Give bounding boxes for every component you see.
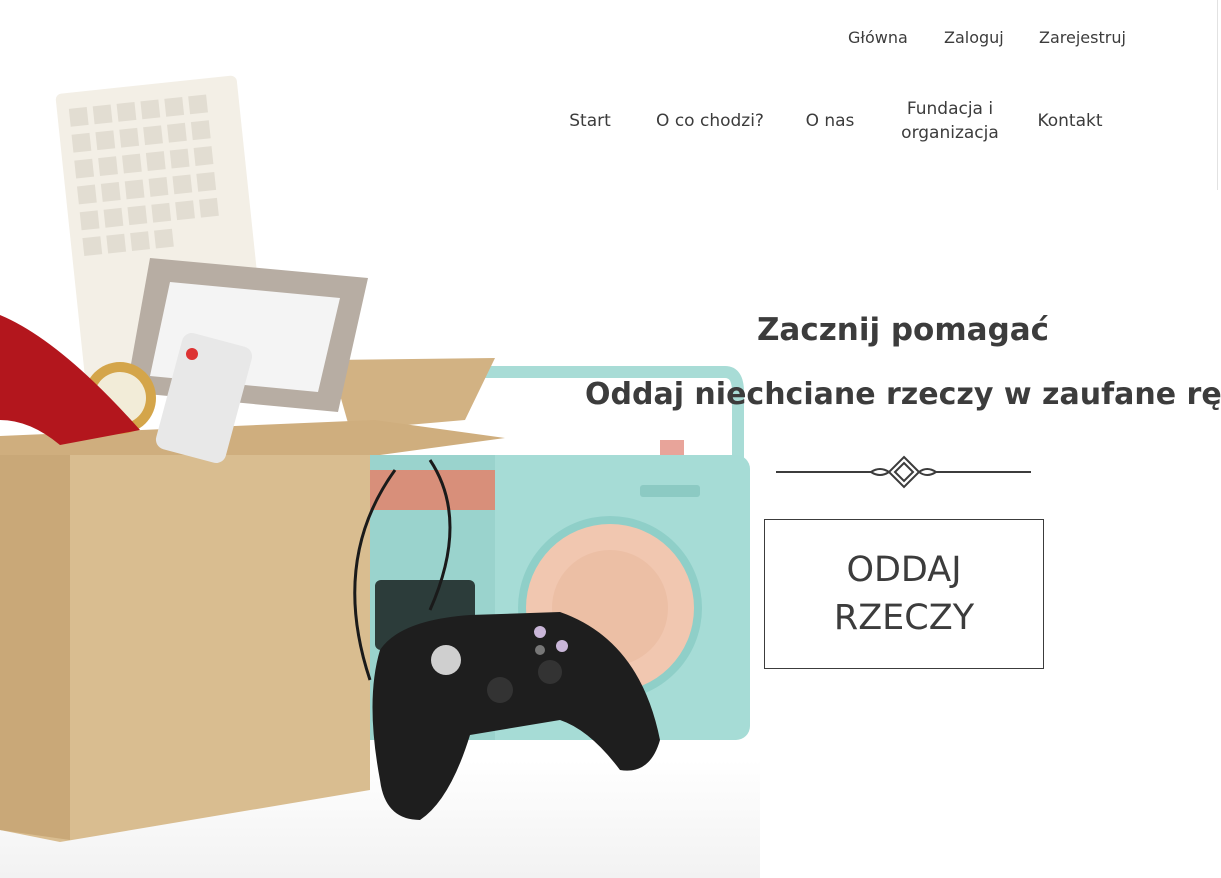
hero-title: Zacznij pomagać: [756, 312, 1050, 348]
nav-foundations-link[interactable]: Fundacja i organizacja: [895, 96, 1005, 146]
hero-image: [0, 75, 760, 878]
top-nav: Główna Zaloguj Zarejestruj: [0, 28, 1221, 52]
nav-login-link[interactable]: Zaloguj: [944, 28, 1004, 47]
nav-about-us-link[interactable]: O nas: [775, 96, 885, 146]
hero-subtitle: Oddaj niechciane rzeczy w zaufane ręce: [585, 377, 1221, 412]
nav-home-link[interactable]: Główna: [848, 28, 908, 47]
nav-register-link[interactable]: Zarejestruj: [1039, 28, 1126, 47]
nav-contact-link[interactable]: Kontakt: [1015, 96, 1125, 146]
decoration-divider-icon: [776, 455, 1031, 489]
donate-items-button[interactable]: ODDAJ RZECZY: [764, 519, 1044, 669]
